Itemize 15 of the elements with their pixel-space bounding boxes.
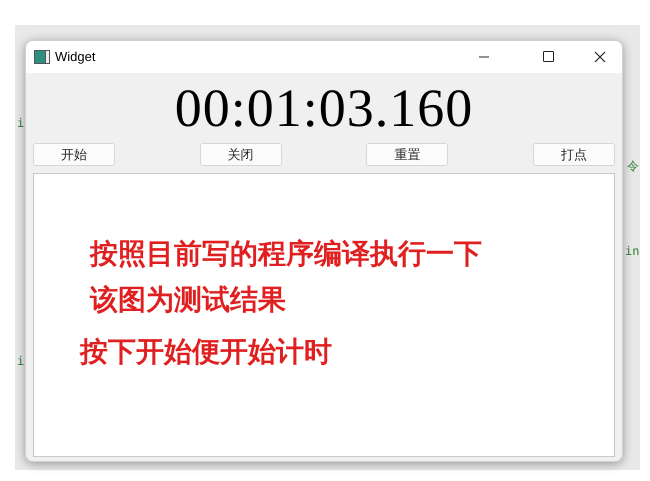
timer-display: 00:01:03.160 [174,81,474,135]
push-button[interactable]: 开始 [33,143,115,166]
text-area[interactable]: 按照目前写的程序编译执行一下 该图为测试结果 按下开始便开始计时 [33,173,615,457]
push-button[interactable]: 打点 [532,143,615,166]
push-button[interactable]: 重置 [366,143,448,166]
push-button[interactable]: 关闭 [200,143,282,166]
text-line: 按下开始便开始计时 [80,336,333,368]
code-fragment: i [17,355,24,367]
code-fragment: i [17,117,24,129]
code-fragment: in [625,245,640,257]
app-icon [34,50,50,64]
text-line: 该图为测试结果 [90,284,287,316]
text-line: 按照目前写的程序编译执行一下 [90,238,483,270]
code-fragment: 令 [627,160,639,172]
window-title: Widget [55,48,96,66]
